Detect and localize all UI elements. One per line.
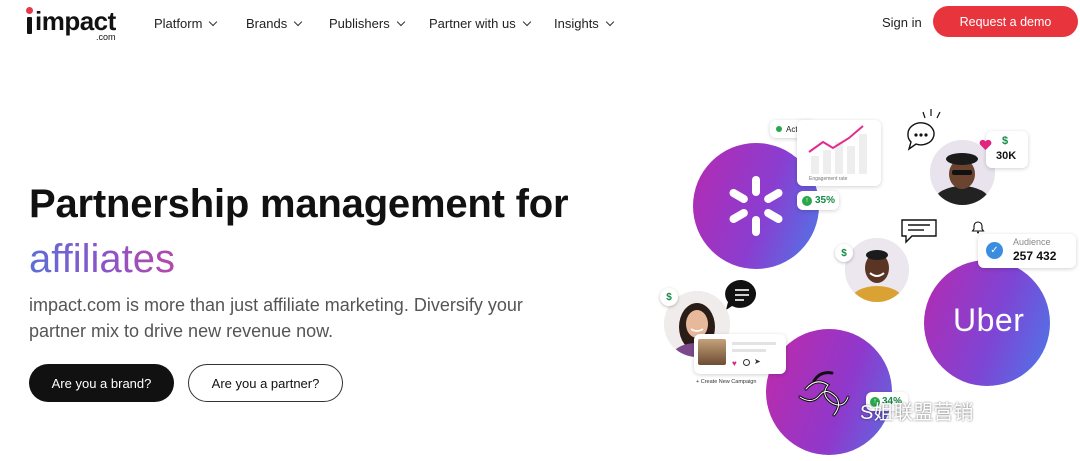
sparkle-icon — [922, 109, 941, 119]
uber-logo-text: Uber — [953, 302, 1025, 338]
stat-30k-card: $ 30K — [986, 131, 1028, 168]
nav-item-label: Platform — [154, 15, 203, 31]
engagement-label: Engagement rate — [809, 176, 848, 182]
share-icon: ➤ — [754, 357, 761, 366]
like-heart-icon: ♥ — [732, 359, 737, 368]
verified-check-icon: ✓ — [986, 242, 1003, 259]
hero-title-highlight: affiliates — [29, 237, 176, 281]
stat-30k-value: 30K — [996, 150, 1017, 162]
create-campaign-link[interactable]: + Create New Campaign — [696, 379, 756, 385]
audience-card: ✓ Audience 257 432 — [978, 234, 1076, 268]
nav-item-brands[interactable]: Brands — [246, 14, 303, 32]
sign-in-link[interactable]: Sign in — [882, 15, 922, 30]
dollar-label: $ — [841, 247, 847, 259]
message-lines-icon — [901, 219, 937, 244]
engagement-rate-card: Engagement rate — [797, 120, 881, 186]
chevron-down-icon — [522, 17, 531, 26]
nav-item-label: Brands — [246, 15, 288, 31]
nav-item-publishers[interactable]: Publishers — [329, 14, 405, 32]
placeholder-line — [732, 342, 776, 345]
stat-35-value: 35% — [815, 195, 836, 206]
audience-label: Audience — [1013, 237, 1051, 247]
logo-bar — [27, 17, 32, 34]
heart-icon — [979, 139, 992, 150]
chevron-down-icon — [209, 17, 218, 26]
dollar-badge: $ — [660, 288, 678, 306]
top-nav: impact .com Platform Brands Publishers P… — [0, 0, 1080, 46]
dollar-label: $ — [1002, 135, 1009, 147]
are-you-a-brand-button[interactable]: Are you a brand? — [29, 364, 174, 402]
post-thumbnail — [698, 339, 726, 365]
chat-bubble-dots-icon — [907, 122, 935, 151]
audience-value: 257 432 — [1013, 249, 1057, 263]
logo-sub: .com — [96, 32, 116, 42]
bell-icon — [971, 221, 985, 234]
impact-logo[interactable]: impact .com — [26, 5, 126, 42]
placeholder-line — [732, 349, 766, 352]
dollar-badge: $ — [835, 244, 853, 262]
stat-35-badge: ↑ 35% — [797, 191, 839, 210]
hero-subtitle: impact.com is more than just affiliate m… — [29, 295, 523, 341]
chevron-down-icon — [293, 17, 303, 26]
dollar-label: $ — [666, 291, 672, 303]
nav-item-partner-with-us[interactable]: Partner with us — [429, 14, 531, 32]
nav-item-platform[interactable]: Platform — [154, 14, 218, 32]
chevron-down-icon — [396, 17, 405, 26]
nav-item-label: Publishers — [329, 15, 390, 31]
nav-item-label: Insights — [554, 15, 599, 31]
comment-icon — [743, 359, 750, 366]
social-post-card: ♥ ➤ — [694, 334, 786, 374]
chat-bubble-black-icon — [725, 279, 757, 310]
request-demo-button[interactable]: Request a demo — [933, 6, 1078, 37]
nav-item-insights[interactable]: Insights — [554, 14, 615, 32]
logo-dot — [26, 7, 33, 14]
are-you-a-partner-button[interactable]: Are you a partner? — [188, 364, 343, 402]
avatar-smiling-man — [845, 238, 909, 302]
arrow-up-icon: ↑ — [802, 195, 812, 206]
watermark: S姐联盟营销 — [860, 402, 974, 424]
chevron-down-icon — [605, 17, 615, 26]
nav-item-label: Partner with us — [429, 15, 516, 31]
status-dot — [776, 126, 782, 132]
hero-title: Partnership management for — [29, 182, 569, 226]
